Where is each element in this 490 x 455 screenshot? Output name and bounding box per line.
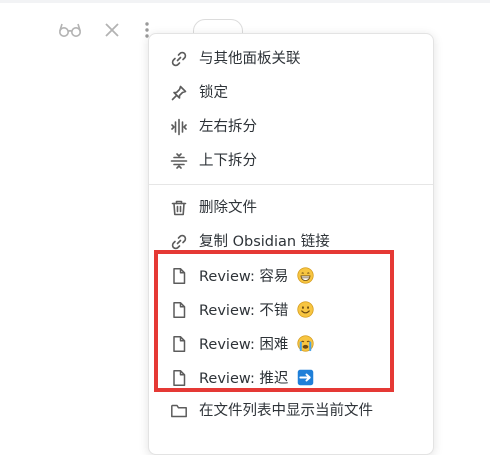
menu-item-reveal-in-file-list[interactable]: 在文件列表中显示当前文件 [149,395,433,427]
menu-item-split-vertical[interactable]: 左右拆分 [149,111,433,143]
menu-item-link-with-pane[interactable]: 与其他面板关联 [149,43,433,75]
menu-divider [149,184,433,185]
menu-item-pin[interactable]: 锁定 [149,77,433,109]
menu-item-label: 上下拆分 [199,153,257,169]
link-icon [170,50,188,68]
menu-item-split-horizontal[interactable]: 上下拆分 [149,145,433,177]
menu-item-label: 左右拆分 [199,119,257,135]
menu-item-label: 在文件列表中显示当前文件 [199,403,373,419]
menu-item-label: 删除文件 [199,200,257,216]
menu-item-delete-file[interactable]: 删除文件 [149,192,433,224]
split-vertical-icon [170,118,188,136]
folder-icon [170,402,188,420]
pin-icon [170,84,188,102]
highlight-annotation-box [154,250,394,392]
menu-item-label: 与其他面板关联 [199,51,301,67]
split-horizontal-icon [170,152,188,170]
menu-item-label: 复制 Obsidian 链接 [199,234,330,250]
close-icon[interactable] [103,21,121,39]
menu-item-label: 锁定 [199,85,228,101]
top-border [0,0,490,3]
link-icon [170,233,188,251]
trash-icon [170,199,188,217]
reading-view-icon[interactable] [57,21,83,39]
